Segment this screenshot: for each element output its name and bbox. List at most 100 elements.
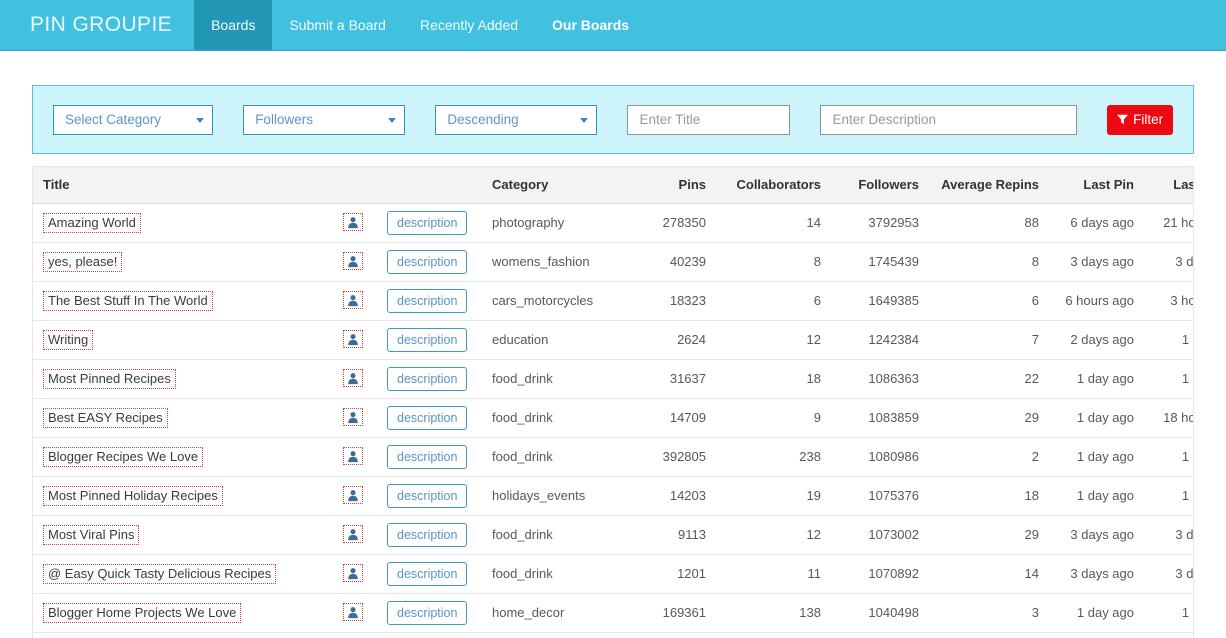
cell-followers: 1075376 (831, 476, 929, 515)
category-select-label: Select Category (65, 112, 161, 127)
brand-logo[interactable]: PIN GROUPIE (0, 0, 194, 50)
description-button[interactable]: description (387, 289, 467, 313)
col-header-average-repins[interactable]: Average Repins (929, 167, 1049, 203)
col-header-pins[interactable]: Pins (634, 167, 716, 203)
description-button[interactable]: description (387, 250, 467, 274)
filter-button-label: Filter (1133, 112, 1163, 127)
description-button[interactable]: description (387, 211, 467, 235)
cell-last-pin: 1 day ago (1049, 359, 1144, 398)
chevron-down-icon (196, 118, 204, 123)
person-icon[interactable] (343, 369, 363, 387)
cell-collaborators: 12 (716, 515, 831, 554)
person-icon[interactable] (343, 252, 363, 270)
board-title-editable[interactable]: Blogger Home Projects We Love (43, 603, 241, 623)
col-header-last-crawl[interactable]: Last Crawl (1144, 167, 1194, 203)
cell-title: Most Pinned Recipes (33, 359, 333, 398)
description-button[interactable]: description (387, 484, 467, 508)
description-button[interactable]: description (387, 523, 467, 547)
board-title-editable[interactable]: Blogger Recipes We Love (43, 447, 203, 467)
cell-last-pin: 3 days ago (1049, 242, 1144, 281)
person-icon[interactable] (343, 603, 363, 621)
cell-title: Blogger Home Projects We Love (33, 593, 333, 632)
cell-description-action: description (377, 554, 482, 593)
description-search-input[interactable] (820, 105, 1077, 135)
nav-link-our-boards[interactable]: Our Boards (535, 0, 646, 50)
table-row: The Best Stuff In The Worlddescriptionca… (33, 281, 1194, 320)
cell-title: @ Easy Quick Tasty Delicious Recipes (33, 554, 333, 593)
cell-last-crawl: 1 day ago (1144, 437, 1194, 476)
cell-collaborators: 18 (716, 359, 831, 398)
col-header-last-pin[interactable]: Last Pin (1049, 167, 1144, 203)
board-title-editable[interactable]: @ Easy Quick Tasty Delicious Recipes (43, 564, 276, 584)
cell-last-crawl: 18 hours ago (1144, 398, 1194, 437)
cell-average-repins: 14 (929, 554, 1049, 593)
sort-field-select-label: Followers (255, 112, 313, 127)
table-body: Amazing Worlddescriptionphotography27835… (33, 203, 1194, 632)
cell-pins: 40239 (634, 242, 716, 281)
cell-last-crawl: 1 day ago (1144, 593, 1194, 632)
board-title-editable[interactable]: The Best Stuff In The World (43, 291, 213, 311)
cell-pins: 14709 (634, 398, 716, 437)
description-button[interactable]: description (387, 601, 467, 625)
board-title-editable[interactable]: Best EASY Recipes (43, 408, 168, 428)
cell-last-pin: 2 days ago (1049, 320, 1144, 359)
board-title-editable[interactable]: Amazing World (43, 213, 141, 233)
cell-followers: 1745439 (831, 242, 929, 281)
cell-description-action: description (377, 593, 482, 632)
table-row: Best EASY Recipesdescriptionfood_drink14… (33, 398, 1194, 437)
sort-order-select[interactable]: Descending (435, 105, 597, 135)
cell-average-repins: 88 (929, 203, 1049, 242)
description-button[interactable]: description (387, 367, 467, 391)
cell-description-action: description (377, 398, 482, 437)
cell-average-repins: 3 (929, 593, 1049, 632)
table-header-row: Title Category Pins Collaborators Follow… (33, 167, 1194, 203)
cell-category: photography (482, 203, 634, 242)
filter-button[interactable]: Filter (1107, 105, 1173, 135)
title-search-input[interactable] (627, 105, 790, 135)
cell-category: home_decor (482, 593, 634, 632)
cell-collaborators: 19 (716, 476, 831, 515)
cell-followers: 1080986 (831, 437, 929, 476)
cell-category: holidays_events (482, 476, 634, 515)
cell-description-action: description (377, 320, 482, 359)
board-title-editable[interactable]: yes, please! (43, 252, 122, 272)
person-icon[interactable] (343, 330, 363, 348)
person-icon[interactable] (343, 408, 363, 426)
person-icon[interactable] (343, 213, 363, 231)
col-header-category[interactable]: Category (482, 167, 634, 203)
nav-link-boards[interactable]: Boards (194, 0, 272, 50)
person-icon[interactable] (343, 447, 363, 465)
board-title-editable[interactable]: Most Pinned Holiday Recipes (43, 486, 223, 506)
person-icon[interactable] (343, 486, 363, 504)
nav-link-submit-a-board[interactable]: Submit a Board (272, 0, 403, 50)
description-button[interactable]: description (387, 406, 467, 430)
table-row: Blogger Home Projects We Love description… (33, 593, 1194, 632)
cell-title: yes, please! (33, 242, 333, 281)
cell-last-pin: 1 day ago (1049, 437, 1144, 476)
cell-collaborator (333, 203, 377, 242)
col-header-collaborators[interactable]: Collaborators (716, 167, 831, 203)
board-title-editable[interactable]: Most Viral Pins (43, 525, 139, 545)
board-title-editable[interactable]: Writing (43, 330, 93, 350)
cell-description-action: description (377, 437, 482, 476)
cell-last-crawl: 1 day ago (1144, 320, 1194, 359)
person-icon[interactable] (343, 291, 363, 309)
nav-link-recently-added[interactable]: Recently Added (403, 0, 535, 50)
board-title-editable[interactable]: Most Pinned Recipes (43, 369, 176, 389)
cell-last-crawl: 3 days ago (1144, 242, 1194, 281)
col-header-title[interactable]: Title (33, 167, 333, 203)
cell-category: womens_fashion (482, 242, 634, 281)
cell-description-action: description (377, 242, 482, 281)
description-button[interactable]: description (387, 328, 467, 352)
person-icon[interactable] (343, 564, 363, 582)
category-select[interactable]: Select Category (53, 105, 213, 135)
col-header-followers[interactable]: Followers (831, 167, 929, 203)
description-button[interactable]: description (387, 445, 467, 469)
description-button[interactable]: description (387, 562, 467, 586)
cell-title: Writing (33, 320, 333, 359)
filter-panel: Select Category Followers Descending Fil… (32, 85, 1194, 154)
cell-collaborators: 14 (716, 203, 831, 242)
person-icon[interactable] (343, 525, 363, 543)
sort-field-select[interactable]: Followers (243, 105, 405, 135)
cell-collaborator (333, 593, 377, 632)
